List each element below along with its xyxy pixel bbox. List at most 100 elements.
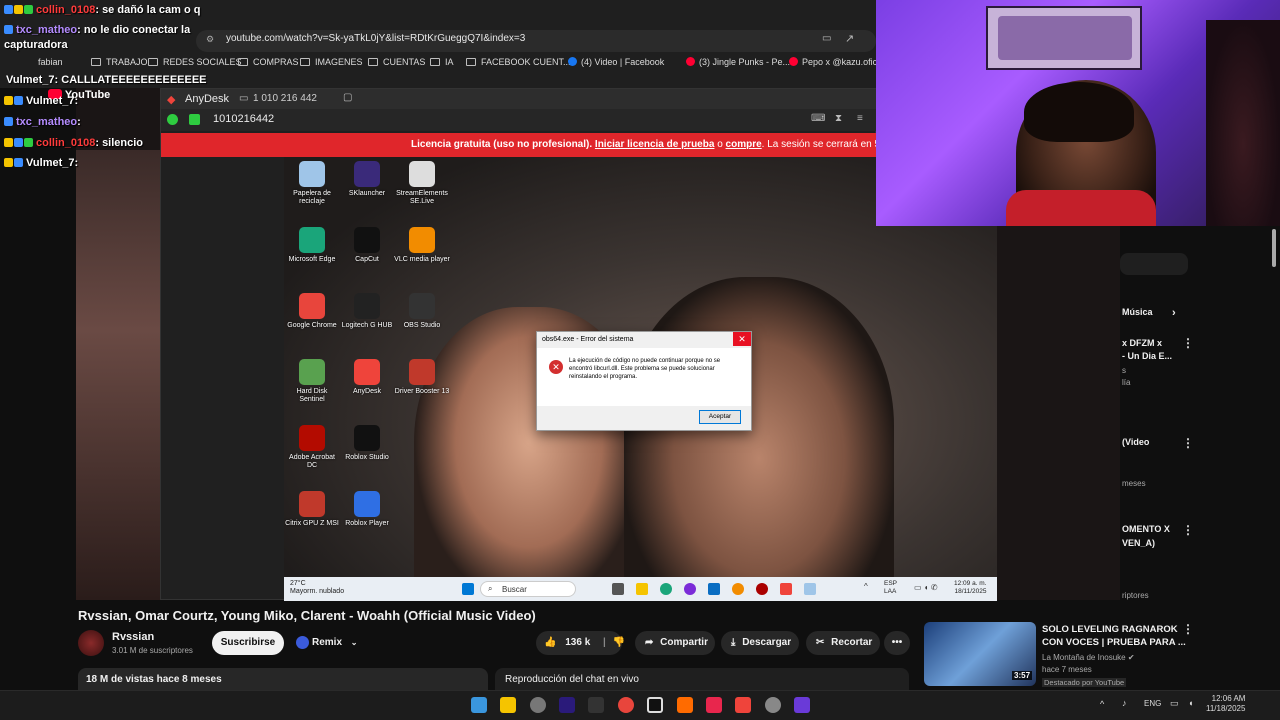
- chat-username[interactable]: collin_0108: [36, 137, 95, 149]
- desktop-icon[interactable]: Driver Booster 13: [394, 359, 450, 396]
- chat-username[interactable]: collin_0108: [36, 4, 95, 16]
- bookmark-item[interactable]: CUENTAS: [368, 57, 425, 67]
- app4-icon[interactable]: [804, 583, 816, 595]
- chip-music[interactable]: Música: [1122, 307, 1153, 317]
- subscribe-button[interactable]: Suscribirse: [212, 631, 284, 655]
- chat-username[interactable]: txc_matheo: [16, 116, 77, 128]
- chrome-icon[interactable]: [618, 697, 634, 713]
- network-icon[interactable]: ▭: [1170, 698, 1179, 709]
- tiktok-icon[interactable]: [706, 697, 722, 713]
- file-explorer-icon[interactable]: [636, 583, 648, 595]
- anydesk-address[interactable]: 1010216442: [213, 113, 274, 125]
- anydesk-session-tab[interactable]: 1 010 216 442: [253, 93, 317, 104]
- desktop-icon[interactable]: Hard Disk Sentinel: [284, 359, 340, 404]
- desktop-icon[interactable]: Microsoft Edge: [284, 227, 340, 264]
- chat-username[interactable]: Vulmet_7: [26, 95, 75, 107]
- share-icon[interactable]: ↗: [845, 32, 854, 45]
- chat-username[interactable]: Vulmet_7: [26, 157, 75, 169]
- language-indicator[interactable]: ENG: [1144, 699, 1161, 708]
- bookmark-item[interactable]: (4) Video | Facebook: [568, 57, 664, 67]
- more-options-icon[interactable]: ⋮: [1182, 622, 1194, 636]
- desktop-icon[interactable]: OBS Studio: [394, 293, 450, 330]
- chip-next-icon[interactable]: ›: [1172, 307, 1176, 319]
- desktop-icon[interactable]: Adobe Acrobat DC: [284, 425, 340, 470]
- app2-icon[interactable]: [732, 583, 744, 595]
- desktop-icon[interactable]: Logitech G HUB: [339, 293, 395, 330]
- bookmark-item[interactable]: TRABAJO: [91, 57, 148, 67]
- desktop-icon[interactable]: Roblox Studio: [339, 425, 395, 462]
- file-explorer-icon[interactable]: [500, 697, 516, 713]
- brave-icon[interactable]: [677, 697, 693, 713]
- app-icon[interactable]: [684, 583, 696, 595]
- chat-icon[interactable]: ▢: [343, 92, 352, 103]
- settings-icon[interactable]: [765, 697, 781, 713]
- menu-icon[interactable]: ≡: [857, 113, 863, 124]
- rec-title[interactable]: - Un Dia E...: [1122, 351, 1172, 361]
- chat-username[interactable]: Vulmet_7: [6, 74, 55, 86]
- desktop-icon[interactable]: AnyDesk: [339, 359, 395, 396]
- bookmark-item[interactable]: IMAGENES: [300, 57, 363, 67]
- channel-name[interactable]: Rvssian: [112, 631, 154, 643]
- store-icon[interactable]: [708, 583, 720, 595]
- dialog-ok-button[interactable]: Aceptar: [699, 410, 741, 424]
- chat-username[interactable]: txc_matheo: [16, 24, 77, 36]
- rec-title[interactable]: x DFZM x: [1122, 338, 1162, 348]
- anydesk-icon[interactable]: [735, 697, 751, 713]
- actions-icon[interactable]: ⌨: [811, 113, 825, 124]
- obs-icon[interactable]: [530, 697, 546, 713]
- cast-icon[interactable]: ▭: [822, 33, 831, 44]
- app-icon[interactable]: [647, 697, 663, 713]
- like-count[interactable]: 136 k: [565, 637, 590, 648]
- transfer-icon[interactable]: ⧗: [835, 113, 842, 124]
- desktop-icon[interactable]: CapCut: [339, 227, 395, 264]
- tray-chevron-icon[interactable]: ^: [864, 582, 868, 591]
- recommended-title[interactable]: CON VOCES | PRUEBA PARA ...: [1042, 637, 1186, 648]
- remote-tray-icons[interactable]: ▭ ◖ ✆: [914, 583, 938, 592]
- share-button[interactable]: ➦ Compartir: [635, 631, 715, 655]
- tray-chevron-icon[interactable]: ^: [1100, 699, 1104, 709]
- app2-icon[interactable]: [794, 697, 810, 713]
- desktop-icon[interactable]: Google Chrome: [284, 293, 340, 330]
- clip-button[interactable]: ✂ Recortar: [806, 631, 880, 655]
- recommended-title[interactable]: SOLO LEVELING RAGNAROK: [1042, 624, 1178, 635]
- bookmark-item[interactable]: FACEBOOK CUENT...: [466, 57, 571, 67]
- bookmark-item[interactable]: COMPRAS: [238, 57, 299, 67]
- desktop-icon[interactable]: StreamElements SE.Live: [394, 161, 450, 206]
- volume-icon[interactable]: ◖: [1188, 698, 1193, 708]
- edge-icon[interactable]: [660, 583, 672, 595]
- buy-link[interactable]: compre: [726, 139, 762, 150]
- recommended-channel[interactable]: La Montaña de Inosuke ✔: [1042, 653, 1135, 662]
- windows-start-icon[interactable]: [462, 583, 474, 595]
- start-trial-link[interactable]: Iniciar licencia de prueba: [595, 139, 715, 150]
- channel-avatar[interactable]: [78, 630, 104, 656]
- site-info-icon[interactable]: ⚙: [206, 34, 214, 45]
- more-options-icon[interactable]: ⋮: [1182, 436, 1194, 450]
- thumbs-down-icon[interactable]: 👎: [613, 637, 625, 648]
- panel-filter[interactable]: [1120, 253, 1188, 275]
- remote-clock[interactable]: 12:09 a. m. 18/11/2025: [954, 580, 987, 596]
- url-text[interactable]: youtube.com/watch?v=Sk-yaTkL0jY&list=RDt…: [226, 33, 525, 44]
- more-options-icon[interactable]: ⋮: [1182, 336, 1194, 350]
- task-view-icon[interactable]: [612, 583, 624, 595]
- bookmark-item[interactable]: REDES SOCIALES: [148, 57, 242, 67]
- desktop-icon[interactable]: Citrix GPU Z MSI: [284, 491, 340, 528]
- desktop-icon[interactable]: Roblox Player: [339, 491, 395, 528]
- system-clock[interactable]: 12:06 AM 11/18/2025: [1206, 694, 1245, 714]
- bookmark-item[interactable]: IA: [430, 57, 454, 67]
- windows-start-icon[interactable]: [471, 697, 487, 713]
- remote-search-box[interactable]: [480, 581, 576, 597]
- rec-title[interactable]: (Video: [1122, 437, 1149, 447]
- premiere-icon[interactable]: [559, 697, 575, 713]
- remote-weather[interactable]: 27°C Mayorm. nublado: [290, 580, 344, 596]
- download-button[interactable]: ⤓ Descargar: [721, 631, 799, 655]
- bookmark-item[interactable]: (3) Jingle Punks - Pe...: [686, 57, 790, 67]
- anydesk-task-icon[interactable]: [780, 583, 792, 595]
- rec-title[interactable]: VEN_A): [1122, 538, 1155, 548]
- more-actions-button[interactable]: •••: [884, 631, 910, 655]
- app3-icon[interactable]: [756, 583, 768, 595]
- scrollbar[interactable]: [1272, 229, 1276, 267]
- microphone-icon[interactable]: ♪: [1122, 698, 1127, 708]
- thumbs-up-icon[interactable]: 👍: [544, 637, 556, 648]
- remix-button[interactable]: Remix ⌄: [292, 631, 362, 655]
- desktop-icon[interactable]: VLC media player: [394, 227, 450, 264]
